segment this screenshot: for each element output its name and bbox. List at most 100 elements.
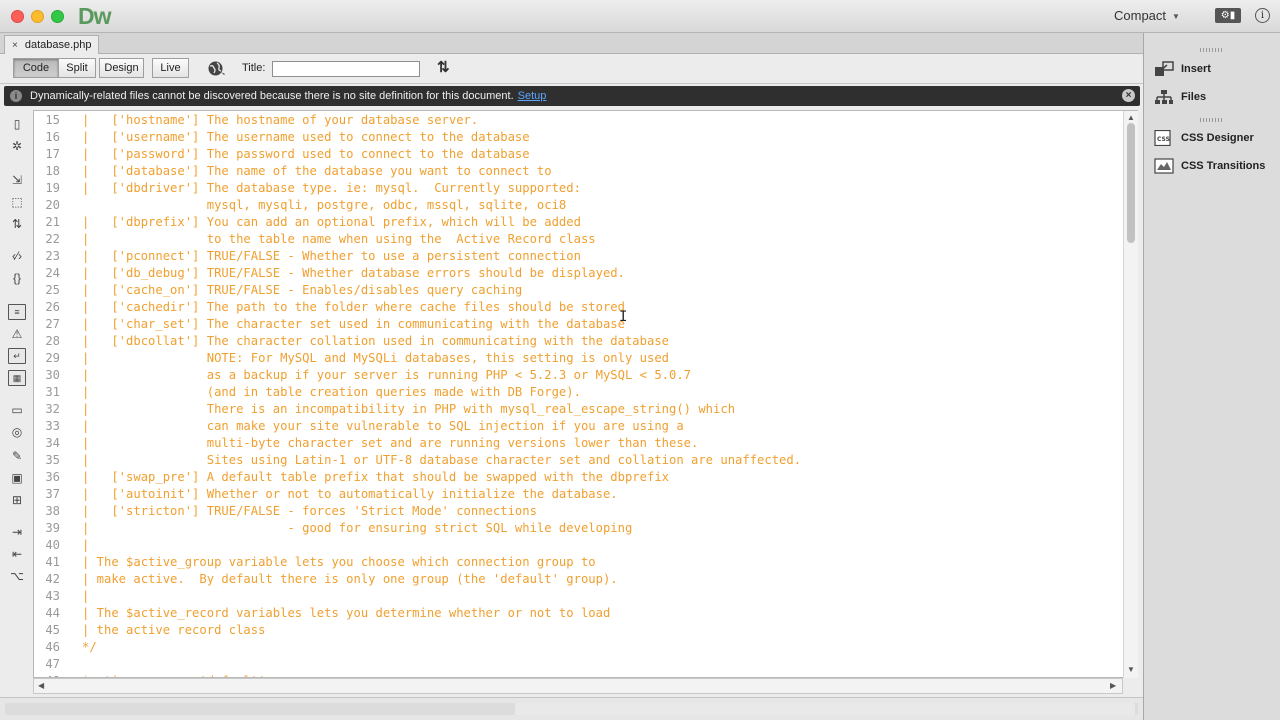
vertical-scrollbar[interactable]: ▲ ▼ (1123, 111, 1138, 678)
gear-icon: ⚙▮ (1220, 10, 1236, 21)
wrap-tag-icon[interactable]: ✎ (8, 448, 26, 464)
status-bar-thumb[interactable] (515, 703, 1135, 715)
remove-comment-icon[interactable]: ◎ (8, 424, 26, 440)
code-line: 44 | The $active_record variables lets yo… (34, 605, 1124, 622)
code-line: 24 | ['db_debug'] TRUE/FALSE - Whether da… (34, 265, 1124, 282)
scroll-right-arrow-icon[interactable]: ▶ (1110, 681, 1116, 690)
design-view-button[interactable]: Design (99, 58, 144, 78)
insert-panel-button[interactable]: Insert (1154, 58, 1276, 80)
scroll-down-arrow-icon[interactable]: ▼ (1127, 665, 1135, 674)
code-line-text: | There is an incompatibility in PHP wit… (82, 402, 736, 416)
line-number: 24 (45, 266, 60, 280)
insert-icon (1155, 61, 1174, 76)
code-line: 36 | ['swap_pre'] A default table prefix … (34, 469, 1124, 486)
css-designer-panel-button[interactable]: CSS CSS Designer (1154, 127, 1276, 149)
line-number: 30 (45, 368, 60, 382)
info-bar-message-container: Dynamically-related files cannot be disc… (30, 86, 546, 106)
scroll-left-arrow-icon[interactable]: ◀ (38, 681, 44, 690)
document-toolbar: Code Split Design Live Title: ⇅ (0, 54, 1143, 84)
css-transitions-panel-button[interactable]: CSS Transitions (1154, 155, 1276, 177)
workspace-label: Compact (1114, 8, 1167, 23)
info-icon: i (10, 90, 22, 102)
collapse-selection-icon[interactable]: ⬚ (8, 194, 26, 210)
code-line-text: | Sites using Latin-1 or UTF-8 database … (82, 453, 802, 467)
scroll-up-arrow-icon[interactable]: ▲ (1127, 113, 1135, 122)
code-line: 27 | ['char_set'] The character set used … (34, 316, 1124, 333)
document-tab-label: database.php (24, 39, 92, 51)
outdent-code-icon[interactable]: ⇤ (8, 546, 26, 562)
code-editor[interactable]: 15 | ['hostname'] The hostname of your da… (33, 110, 1138, 678)
panel-group-grip[interactable] (1200, 118, 1222, 122)
code-line-text: | the active record class (82, 623, 266, 637)
info-bar: i Dynamically-related files cannot be di… (4, 86, 1140, 106)
code-line-text: | (82, 589, 90, 603)
format-source-code-icon[interactable]: ⌥ (8, 568, 26, 584)
live-view-button[interactable]: Live (152, 58, 189, 78)
preview-in-browser-icon[interactable] (207, 60, 226, 77)
line-numbers-icon[interactable]: ≡ (8, 304, 26, 320)
line-number: 43 (45, 589, 60, 603)
title-bar: Dw Compact ▼ ⚙▮ i (0, 0, 1280, 33)
code-line-text: | NOTE: For MySQL and MySQLi databases, … (82, 351, 669, 365)
line-number: 47 (45, 657, 60, 671)
collapse-full-tag-icon[interactable]: ⇲ (8, 172, 26, 188)
show-code-navigator-icon[interactable]: ✲ (8, 138, 26, 154)
code-line-text: | ['dbdriver'] The database type. ie: my… (82, 181, 581, 195)
panel-group-grip[interactable] (1200, 48, 1222, 52)
line-number: 42 (45, 572, 60, 586)
line-number: 15 (45, 113, 60, 127)
code-line-text: | to the table name when using the Activ… (82, 232, 596, 246)
files-icon (1155, 90, 1173, 104)
file-management-icon[interactable]: ⇅ (437, 58, 450, 76)
window-close-button[interactable] (11, 10, 24, 23)
line-number: 37 (45, 487, 60, 501)
split-view-button[interactable]: Split (58, 58, 96, 78)
close-tab-icon[interactable]: × (12, 40, 18, 51)
code-line: 30 | as a backup if your server is runnin… (34, 367, 1124, 384)
select-parent-tag-icon[interactable]: ‹⁄› (8, 248, 26, 264)
sync-settings-button[interactable]: ⚙▮ (1215, 8, 1241, 23)
move-css-icon[interactable]: ⊞ (8, 492, 26, 508)
setup-link[interactable]: Setup (518, 90, 547, 102)
code-line: 46 */ (34, 639, 1124, 656)
vertical-scroll-thumb[interactable] (1127, 123, 1135, 243)
line-number: 26 (45, 300, 60, 314)
indent-code-icon[interactable]: ⇥ (8, 524, 26, 540)
line-number: 36 (45, 470, 60, 484)
open-documents-icon[interactable]: ▯ (8, 116, 26, 132)
expand-all-icon[interactable]: ⇅ (8, 216, 26, 232)
code-view-button[interactable]: Code (13, 58, 59, 78)
line-number: 40 (45, 538, 60, 552)
window-maximize-button[interactable] (51, 10, 64, 23)
code-line: 20 mysql, mysqli, postgre, odbc, mssql, … (34, 197, 1124, 214)
code-line: 21 | ['dbprefix'] You can add an optional… (34, 214, 1124, 231)
code-line-text: | as a backup if your server is running … (82, 368, 692, 382)
code-line-text: | ['db_debug'] TRUE/FALSE - Whether data… (82, 266, 625, 280)
workspace-switcher[interactable]: Compact ▼ (1114, 8, 1180, 23)
recent-snippets-icon[interactable]: ▣ (8, 470, 26, 486)
line-number: 31 (45, 385, 60, 399)
balance-braces-icon[interactable]: {} (8, 270, 26, 286)
window-minimize-button[interactable] (31, 10, 44, 23)
info-button[interactable]: i (1255, 8, 1270, 23)
line-number: 35 (45, 453, 60, 467)
files-panel-button[interactable]: Files (1154, 86, 1276, 108)
code-line-text: | ['database'] The name of the database … (82, 164, 552, 178)
close-info-bar-icon[interactable]: × (1122, 89, 1135, 102)
horizontal-scrollbar[interactable]: ◀ ▶ (33, 678, 1123, 694)
code-line-text: | multi-byte character set and are runni… (82, 436, 699, 450)
syntax-coloring-icon[interactable]: ▦ (8, 370, 26, 386)
svg-text:CSS: CSS (1157, 136, 1170, 143)
code-line-text: | (82, 538, 90, 552)
info-bar-message: Dynamically-related files cannot be disc… (30, 90, 514, 102)
word-wrap-icon[interactable]: ↵ (8, 348, 26, 364)
page-title-input[interactable] (272, 61, 420, 77)
apply-comment-icon[interactable]: ▭ (8, 402, 26, 418)
code-line: 18 | ['database'] The name of the databas… (34, 163, 1124, 180)
line-number: 41 (45, 555, 60, 569)
code-line-text: | make active. By default there is only … (82, 572, 618, 586)
highlight-invalid-code-icon[interactable]: ⚠ (8, 326, 26, 342)
status-bar (0, 697, 1143, 720)
document-tab[interactable]: × database.php (4, 35, 99, 54)
line-number: 38 (45, 504, 60, 518)
